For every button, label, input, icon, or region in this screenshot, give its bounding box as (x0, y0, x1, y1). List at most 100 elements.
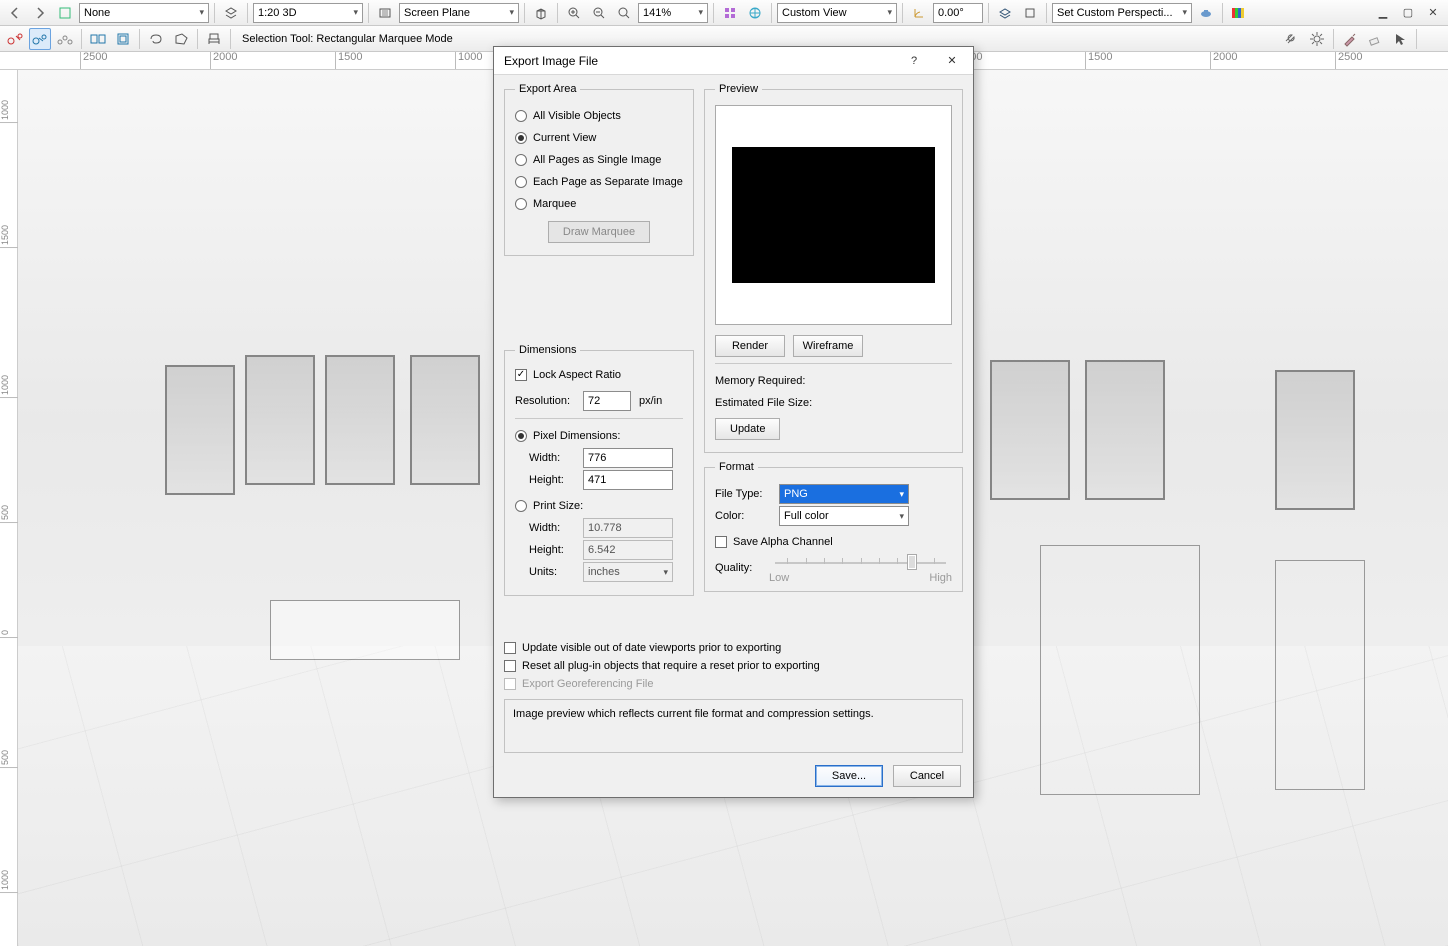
fit-page-icon[interactable] (54, 2, 76, 24)
palette-icon[interactable] (1228, 2, 1250, 24)
select-link-icon[interactable] (29, 28, 51, 50)
pr-height-label: Height: (515, 544, 575, 556)
ruler-tick: 2000 (210, 52, 237, 70)
layer-combo-value: None (84, 7, 110, 19)
toolbar-primary: None 1:20 3D Screen Plane 141% Custom Vi… (0, 0, 1448, 26)
ruler-tick: 1000 (0, 375, 18, 398)
stack-icon[interactable] (220, 2, 242, 24)
bounding-box-icon[interactable] (112, 28, 134, 50)
est-size-label: Estimated File Size: (715, 397, 812, 409)
checkbox-icon (504, 642, 516, 654)
angle-icon[interactable] (908, 2, 930, 24)
globe-wire-icon[interactable] (744, 2, 766, 24)
radio-icon (515, 430, 527, 442)
mem-req-label: Memory Required: (715, 375, 805, 387)
select-link-off-icon[interactable] (4, 28, 26, 50)
export-area-group: Export Area All Visible Objects Current … (504, 83, 694, 256)
opt-each-page[interactable]: Each Page as Separate Image (515, 171, 683, 193)
zoom-combo[interactable]: 141% (638, 3, 708, 23)
view-combo[interactable]: Custom View (777, 3, 897, 23)
opt-label: Marquee (533, 198, 576, 210)
layer-combo[interactable]: None (79, 3, 209, 23)
quality-label: Quality: (715, 562, 761, 574)
render-button[interactable]: Render (715, 335, 785, 357)
eraser-icon[interactable] (1364, 28, 1386, 50)
views-grid-icon[interactable] (719, 2, 741, 24)
nav-back-icon[interactable] (4, 2, 26, 24)
persp-combo[interactable]: Set Custom Perspecti... (1052, 3, 1192, 23)
opt-marquee[interactable]: Marquee (515, 193, 683, 215)
preview-canvas (715, 105, 952, 325)
opt-all-pages[interactable]: All Pages as Single Image (515, 149, 683, 171)
scale-combo[interactable]: 1:20 3D (253, 3, 363, 23)
opt-label: Print Size: (533, 500, 583, 512)
select-arrow-icon[interactable] (1389, 28, 1411, 50)
preview-group: Preview Render Wireframe Memory Required… (704, 83, 963, 453)
dialog-help-button[interactable]: ? (895, 48, 933, 74)
dialog-titlebar[interactable]: Export Image File ? ✕ (494, 47, 973, 75)
select-multi-icon[interactable] (54, 28, 76, 50)
filetype-select[interactable]: PNG (779, 484, 909, 504)
color-label: Color: (715, 510, 771, 522)
cube-icon[interactable] (530, 2, 552, 24)
draw-marquee-button: Draw Marquee (548, 221, 650, 243)
cancel-button[interactable]: Cancel (893, 765, 961, 787)
check-label: Reset all plug-in objects that require a… (522, 660, 820, 672)
opt-current-view[interactable]: Current View (515, 127, 683, 149)
preview-image (732, 147, 934, 282)
wireframe-button[interactable]: Wireframe (793, 335, 863, 357)
nav-fwd-icon[interactable] (29, 2, 51, 24)
teapot-icon[interactable] (1195, 2, 1217, 24)
dialog-close-button[interactable]: ✕ (933, 48, 971, 74)
chair-icon[interactable] (203, 28, 225, 50)
zoom-in-icon[interactable] (563, 2, 585, 24)
update-button[interactable]: Update (715, 418, 780, 440)
opt-all-visible[interactable]: All Visible Objects (515, 105, 683, 127)
dialog-title: Export Image File (504, 54, 895, 68)
persp-stack-icon[interactable] (994, 2, 1016, 24)
pr-width-label: Width: (515, 522, 575, 534)
filetype-label: File Type: (715, 488, 771, 500)
win-min-icon[interactable]: ▁ (1372, 2, 1394, 24)
resolution-input[interactable] (583, 391, 631, 411)
polygon-lasso-icon[interactable] (170, 28, 192, 50)
export-georef-check: Export Georeferencing File (504, 675, 963, 693)
lasso-icon[interactable] (145, 28, 167, 50)
zoom-out-icon[interactable] (588, 2, 610, 24)
color-select[interactable]: Full color (779, 506, 909, 526)
plane-value: Screen Plane (404, 7, 470, 19)
quality-high-label: High (929, 572, 952, 584)
save-alpha-check[interactable]: Save Alpha Channel (715, 533, 952, 551)
px-height-input[interactable] (583, 470, 673, 490)
status-description: Image preview which reflects current fil… (504, 699, 963, 753)
ruler-tick: 0 (0, 630, 18, 638)
checkbox-icon (515, 369, 527, 381)
zoom-fit-icon[interactable] (613, 2, 635, 24)
checkbox-icon (504, 678, 516, 690)
reset-plugins-check[interactable]: Reset all plug-in objects that require a… (504, 657, 963, 675)
export-area-legend: Export Area (515, 83, 580, 95)
plane-combo[interactable]: Screen Plane (399, 3, 519, 23)
win-restore-icon[interactable]: ▢ (1397, 2, 1419, 24)
px-width-input[interactable] (583, 448, 673, 468)
angle-input[interactable] (933, 3, 983, 23)
win-close-icon[interactable]: ✕ (1422, 2, 1444, 24)
update-viewports-check[interactable]: Update visible out of date viewports pri… (504, 639, 963, 657)
format-group: Format File Type: PNG Color: Full color … (704, 461, 963, 592)
lock-aspect-check[interactable]: Lock Aspect Ratio (515, 366, 683, 384)
group-icon[interactable] (87, 28, 109, 50)
brush-icon[interactable] (1339, 28, 1361, 50)
orient-icon[interactable] (374, 2, 396, 24)
preview-legend: Preview (715, 83, 762, 95)
save-button[interactable]: Save... (815, 765, 883, 787)
spanner-icon[interactable] (1281, 28, 1303, 50)
gear-icon[interactable] (1306, 28, 1328, 50)
opt-pixel-dims[interactable]: Pixel Dimensions: (515, 425, 683, 447)
persp-cube-icon[interactable] (1019, 2, 1041, 24)
checkbox-icon (715, 536, 727, 548)
ruler-tick: 1500 (1085, 52, 1112, 70)
ruler-vertical: 1000 1500 1000 500 0 500 1000 (0, 70, 18, 946)
folder-icon[interactable] (1422, 28, 1444, 50)
opt-print-size[interactable]: Print Size: (515, 495, 683, 517)
opt-label: All Pages as Single Image (533, 154, 661, 166)
